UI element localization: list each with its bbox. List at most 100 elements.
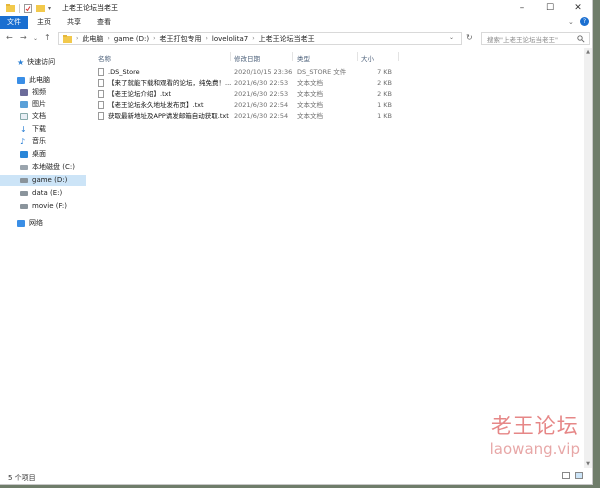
file-date: 2021/6/30 22:53 xyxy=(234,90,289,98)
tab-share[interactable]: 共享 xyxy=(64,16,84,29)
ribbon: 文件 主页 共享 查看 ⌄ ? xyxy=(0,16,592,30)
file-name: 【老王论坛永久地址发布页】.txt xyxy=(108,101,204,109)
breadcrumb-lovelolita7[interactable]: lovelolita7 xyxy=(212,35,248,43)
address-bar[interactable]: › 此电脑 › game (D:) › 老王打包专用 › lovelolita7… xyxy=(58,32,462,45)
sidebar-item-this-pc[interactable]: 此电脑 xyxy=(0,75,105,86)
desktop-icon xyxy=(20,151,28,158)
recent-chevron-icon[interactable]: ⌄ xyxy=(33,35,38,42)
sidebar-item-label: 音乐 xyxy=(32,137,46,145)
sidebar-item-label: 文档 xyxy=(32,112,46,120)
scroll-up-icon[interactable]: ▲ xyxy=(584,48,592,56)
window-title: 上老王论坛当老王 xyxy=(62,4,118,12)
file-name: 【来了就能下载和观看的论坛，纯免费！... xyxy=(108,79,232,87)
file-size: 1 KB xyxy=(377,112,392,120)
tab-view[interactable]: 查看 xyxy=(94,16,114,29)
document-icon xyxy=(20,113,28,120)
table-row[interactable]: 【老王论坛永久地址发布页】.txt 2021/6/30 22:54 文本文档 1… xyxy=(96,100,392,111)
file-name: .DS_Store xyxy=(108,68,140,76)
sidebar-item-label: 网络 xyxy=(29,219,43,227)
search-placeholder: 搜索"上老王论坛当老王" xyxy=(487,35,558,44)
download-icon: ↓ xyxy=(20,125,27,134)
table-row[interactable]: .DS_Store 2020/10/15 23:36 DS_STORE 文件 7… xyxy=(96,67,392,78)
title-bar: ▾ 上老王论坛当老王 – ☐ ✕ xyxy=(0,0,592,16)
scroll-down-icon[interactable]: ▼ xyxy=(584,460,592,468)
sidebar-item-label: 图片 xyxy=(32,100,46,108)
thumbnail-view-icon[interactable] xyxy=(575,472,583,479)
sidebar-item-label: 本地磁盘 (C:) xyxy=(32,163,75,171)
file-type: 文本文档 xyxy=(297,112,323,120)
column-header-date[interactable]: 修改日期 xyxy=(234,53,260,63)
star-icon: ★ xyxy=(17,58,25,67)
sidebar-item-quick-access[interactable]: ★ 快速访问 xyxy=(0,57,105,68)
navigation-bar: ← → ⌄ ↑ › 此电脑 › game (D:) › 老王打包专用 › lov… xyxy=(0,29,592,48)
details-view-icon[interactable] xyxy=(562,472,570,479)
column-header-size[interactable]: 大小 xyxy=(361,53,374,63)
explorer-window: ▾ 上老王论坛当老王 – ☐ ✕ 文件 主页 共享 查看 ⌄ ? ← → ⌄ ↑… xyxy=(0,0,593,485)
drive-icon xyxy=(20,191,28,196)
sidebar-item-network[interactable]: 网络 xyxy=(0,218,105,229)
table-row[interactable]: 【来了就能下载和观看的论坛，纯免费！... 2021/6/30 22:53 文本… xyxy=(96,78,392,89)
file-icon xyxy=(98,68,104,76)
search-icon xyxy=(577,35,585,43)
file-date: 2021/6/30 22:53 xyxy=(234,79,289,87)
folder-icon[interactable] xyxy=(6,4,15,12)
breadcrumb-game-drive[interactable]: game (D:) xyxy=(114,35,149,43)
table-row[interactable]: 【老王论坛介绍】.txt 2021/6/30 22:53 文本文档 2 KB xyxy=(96,89,392,100)
sidebar-item-label: 快速访问 xyxy=(27,58,56,66)
sidebar-item-label: game (D:) xyxy=(32,176,68,184)
tab-file[interactable]: 文件 xyxy=(0,16,28,29)
file-date: 2021/6/30 22:54 xyxy=(234,101,289,109)
properties-icon[interactable] xyxy=(24,3,32,13)
network-icon xyxy=(17,220,25,227)
file-type: DS_STORE 文件 xyxy=(297,68,347,76)
item-count: 5 个项目 xyxy=(8,474,36,482)
file-size: 2 KB xyxy=(377,90,392,98)
sidebar-item-label: 桌面 xyxy=(32,150,46,158)
column-header-type[interactable]: 类型 xyxy=(297,53,310,63)
tab-home[interactable]: 主页 xyxy=(34,16,54,29)
up-arrow-icon[interactable]: ↑ xyxy=(44,33,51,42)
drive-icon xyxy=(20,165,28,170)
sidebar-item-label: 视频 xyxy=(32,88,46,96)
folder-icon xyxy=(63,34,72,43)
sidebar-item-drive-d[interactable]: game (D:) xyxy=(0,175,86,186)
minimize-button[interactable]: – xyxy=(508,0,536,16)
expand-ribbon-icon[interactable]: ⌄ xyxy=(568,18,574,26)
forward-arrow-icon[interactable]: → xyxy=(20,33,27,42)
breadcrumb-pack-folder[interactable]: 老王打包专用 xyxy=(160,34,202,44)
new-folder-icon[interactable] xyxy=(36,4,45,12)
refresh-icon[interactable]: ↻ xyxy=(466,33,473,42)
quick-access-toolbar: ▾ xyxy=(6,3,51,13)
text-file-icon xyxy=(98,90,104,98)
file-name: 获取最新地址及APP请发邮箱自动获取.txt xyxy=(108,112,229,120)
sidebar-item-label: 此电脑 xyxy=(29,76,50,84)
file-date: 2020/10/15 23:36 xyxy=(234,68,293,76)
sidebar-item-label: 下载 xyxy=(32,125,46,133)
address-dropdown-icon[interactable]: ⌄ xyxy=(449,34,454,41)
picture-icon xyxy=(20,101,28,108)
breadcrumb-this-pc[interactable]: 此电脑 xyxy=(82,34,103,44)
file-size: 2 KB xyxy=(377,79,392,87)
watermark: 老王论坛 laowang.vip xyxy=(490,410,580,458)
back-arrow-icon[interactable]: ← xyxy=(6,33,13,42)
maximize-button[interactable]: ☐ xyxy=(536,0,564,16)
file-size: 7 KB xyxy=(377,68,392,76)
file-list: 名称 修改日期 类型 大小 .DS_Store 2020/10/15 23:36… xyxy=(92,48,592,468)
vertical-scrollbar[interactable]: ▲ ▼ xyxy=(584,48,592,468)
drive-icon xyxy=(20,204,28,209)
drive-icon xyxy=(20,178,28,183)
file-type: 文本文档 xyxy=(297,79,323,87)
table-row[interactable]: 获取最新地址及APP请发邮箱自动获取.txt 2021/6/30 22:54 文… xyxy=(96,111,392,122)
text-file-icon xyxy=(98,112,104,120)
status-bar: 5 个项目 xyxy=(0,468,592,484)
column-header-name[interactable]: 名称 xyxy=(98,53,111,63)
watermark-title: 老王论坛 xyxy=(490,414,579,438)
text-file-icon xyxy=(98,79,104,87)
help-icon[interactable]: ? xyxy=(580,17,589,26)
search-input[interactable]: 搜索"上老王论坛当老王" xyxy=(481,32,590,45)
file-date: 2021/6/30 22:54 xyxy=(234,112,289,120)
navigation-pane: ★ 快速访问 此电脑 视频 图片 文档 ↓ 下载 ♪ 音乐 桌面 本地磁盘 (C… xyxy=(0,48,92,468)
chevron-down-icon[interactable]: ▾ xyxy=(48,5,51,12)
close-button[interactable]: ✕ xyxy=(564,0,592,16)
breadcrumb-current-folder[interactable]: 上老王论坛当老王 xyxy=(259,34,315,44)
